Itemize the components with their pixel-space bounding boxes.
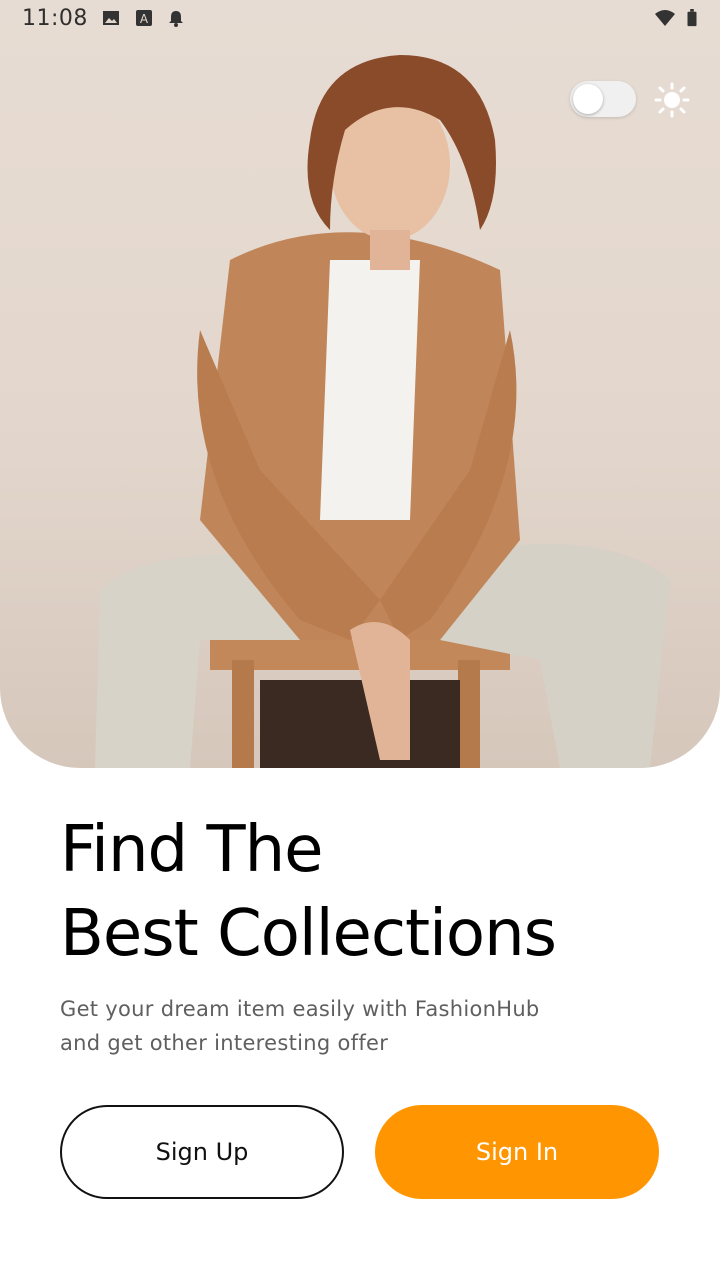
sun-icon[interactable] — [654, 82, 690, 118]
subtitle-line2: and get other interesting offer — [60, 1031, 389, 1055]
subtitle: Get your dream item easily with FashionH… — [60, 992, 620, 1060]
status-bar: 11:08 A — [0, 0, 720, 36]
headline-line1: Find The — [60, 813, 324, 887]
status-time: 11:08 — [22, 6, 88, 31]
theme-toggle-knob — [573, 84, 603, 114]
battery-icon — [687, 9, 697, 27]
svg-text:A: A — [140, 12, 149, 26]
a-icon: A — [136, 10, 152, 26]
sign-in-button[interactable]: Sign In — [375, 1105, 659, 1199]
bell-icon — [169, 11, 183, 27]
headline: Find The Best Collections — [60, 808, 680, 976]
theme-toggle[interactable] — [570, 81, 636, 117]
wifi-icon — [655, 10, 675, 26]
image-icon — [103, 11, 119, 25]
sign-up-label: Sign Up — [155, 1138, 249, 1166]
sign-in-label: Sign In — [475, 1138, 559, 1166]
sign-up-button[interactable]: Sign Up — [60, 1105, 344, 1199]
hero-image: 11:08 A — [0, 0, 720, 768]
subtitle-line1: Get your dream item easily with FashionH… — [60, 997, 540, 1021]
headline-line2: Best Collections — [60, 897, 557, 971]
